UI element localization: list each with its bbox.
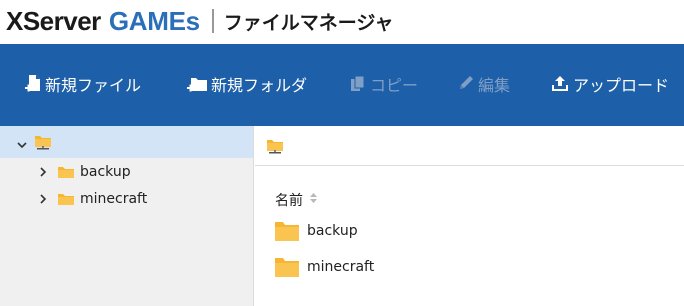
copy-button[interactable]: コピー bbox=[349, 71, 418, 97]
xserver-games-logo[interactable]: X Server GAMEs ファイルマネージャ bbox=[6, 6, 393, 36]
folder-tree: backup minecraft bbox=[0, 126, 254, 306]
new-file-button[interactable]: 新規ファイル bbox=[24, 71, 141, 97]
root-folder-icon bbox=[34, 134, 52, 154]
folder-icon bbox=[58, 166, 74, 178]
chevron-right-icon[interactable] bbox=[36, 165, 50, 179]
new-folder-label: 新規フォルダ bbox=[211, 76, 308, 95]
sort-icon[interactable] bbox=[309, 192, 318, 208]
tree-item-label: backup bbox=[80, 164, 131, 180]
tree-root-item[interactable] bbox=[0, 126, 253, 158]
new-file-label: 新規ファイル bbox=[45, 76, 142, 95]
folder-icon bbox=[275, 221, 299, 241]
file-list-pane: 名前 backup minecraft bbox=[255, 126, 684, 306]
copy-icon bbox=[349, 74, 367, 94]
file-name: backup bbox=[307, 223, 358, 239]
tree-item-backup[interactable]: backup bbox=[36, 161, 131, 183]
chevron-right-icon[interactable] bbox=[36, 192, 50, 206]
tree-item-minecraft[interactable]: minecraft bbox=[36, 188, 147, 210]
file-name: minecraft bbox=[307, 259, 375, 275]
upload-button[interactable]: アップロード bbox=[550, 71, 669, 97]
tree-item-label: minecraft bbox=[80, 191, 148, 207]
edit-button[interactable]: 編集 bbox=[457, 71, 510, 97]
list-item-backup[interactable]: backup bbox=[275, 218, 358, 244]
logo-x: X bbox=[6, 5, 23, 36]
page-title: ファイルマネージャ bbox=[223, 11, 394, 34]
chevron-down-icon[interactable] bbox=[16, 136, 28, 155]
toolbar: 新規ファイル 新規フォルダ コピー 編集 アップロード bbox=[0, 44, 684, 126]
new-folder-button[interactable]: 新規フォルダ bbox=[186, 71, 307, 97]
list-item-minecraft[interactable]: minecraft bbox=[275, 254, 374, 280]
folder-icon bbox=[275, 257, 299, 277]
copy-label: コピー bbox=[370, 76, 419, 95]
header-divider bbox=[211, 9, 214, 33]
folder-icon bbox=[58, 193, 74, 205]
edit-label: 編集 bbox=[478, 76, 511, 95]
new-folder-icon bbox=[186, 74, 208, 94]
name-column-header[interactable]: 名前 bbox=[275, 190, 318, 210]
root-folder-icon[interactable] bbox=[266, 138, 284, 158]
breadcrumb bbox=[255, 126, 684, 166]
logo-server: Server bbox=[22, 5, 101, 36]
upload-label: アップロード bbox=[573, 76, 670, 95]
column-label: 名前 bbox=[275, 193, 303, 209]
app-header: X Server GAMEs ファイルマネージャ bbox=[0, 0, 684, 44]
logo-games: GAMEs bbox=[108, 5, 200, 36]
pencil-icon bbox=[457, 74, 475, 94]
upload-icon bbox=[550, 74, 570, 94]
new-file-icon bbox=[24, 74, 42, 94]
